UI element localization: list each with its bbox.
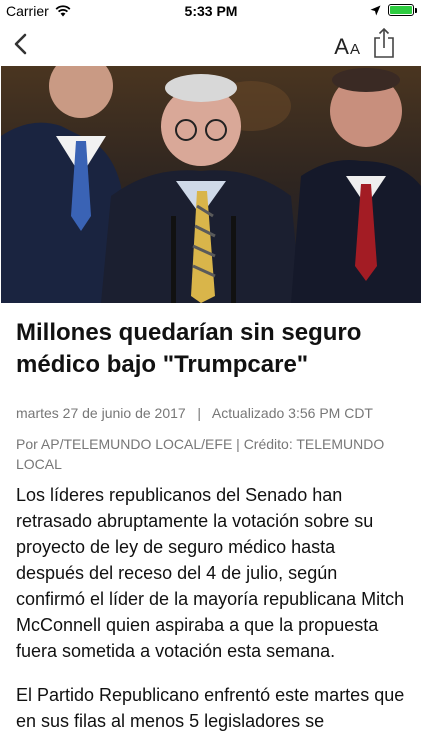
- article-updated: Actualizado 3:56 PM CDT: [211, 405, 373, 421]
- text-size-icon-large: A: [334, 34, 349, 59]
- back-chevron-icon: [14, 33, 27, 55]
- article-paragraph-2: El Partido Republicano enfrentó este mar…: [16, 685, 405, 731]
- article-date: martes 27 de junio de 2017: [16, 405, 186, 421]
- status-right: [370, 4, 417, 16]
- status-time: 5:33 PM: [184, 3, 238, 19]
- battery-level: [390, 6, 412, 14]
- battery-icon: [388, 4, 417, 16]
- status-bar: Carrier 5:33 PM: [0, 0, 422, 22]
- article-body: Millones quedarían sin seguro médico baj…: [16, 303, 408, 752]
- hero-photo: [1, 66, 421, 303]
- article-meta: martes 27 de junio de 2017 | Actualizado…: [16, 403, 408, 423]
- nav-bar: A A: [0, 22, 422, 66]
- meta-separator: |: [197, 405, 201, 421]
- share-button[interactable]: [372, 26, 396, 60]
- text-size-button[interactable]: A A: [334, 30, 360, 58]
- back-button[interactable]: [10, 30, 34, 58]
- article-byline: Por AP/TELEMUNDO LOCAL/EFE | Crédito: TE…: [16, 436, 385, 472]
- article-headline: Millones quedarían sin seguro médico baj…: [16, 319, 362, 378]
- text-size-icon-small: A: [349, 41, 360, 58]
- article-hero-image: [1, 66, 421, 303]
- share-icon: [374, 27, 394, 58]
- article-paragraph-1: Los líderes republicanos del Senado han …: [16, 485, 405, 661]
- location-arrow-icon: [370, 5, 381, 15]
